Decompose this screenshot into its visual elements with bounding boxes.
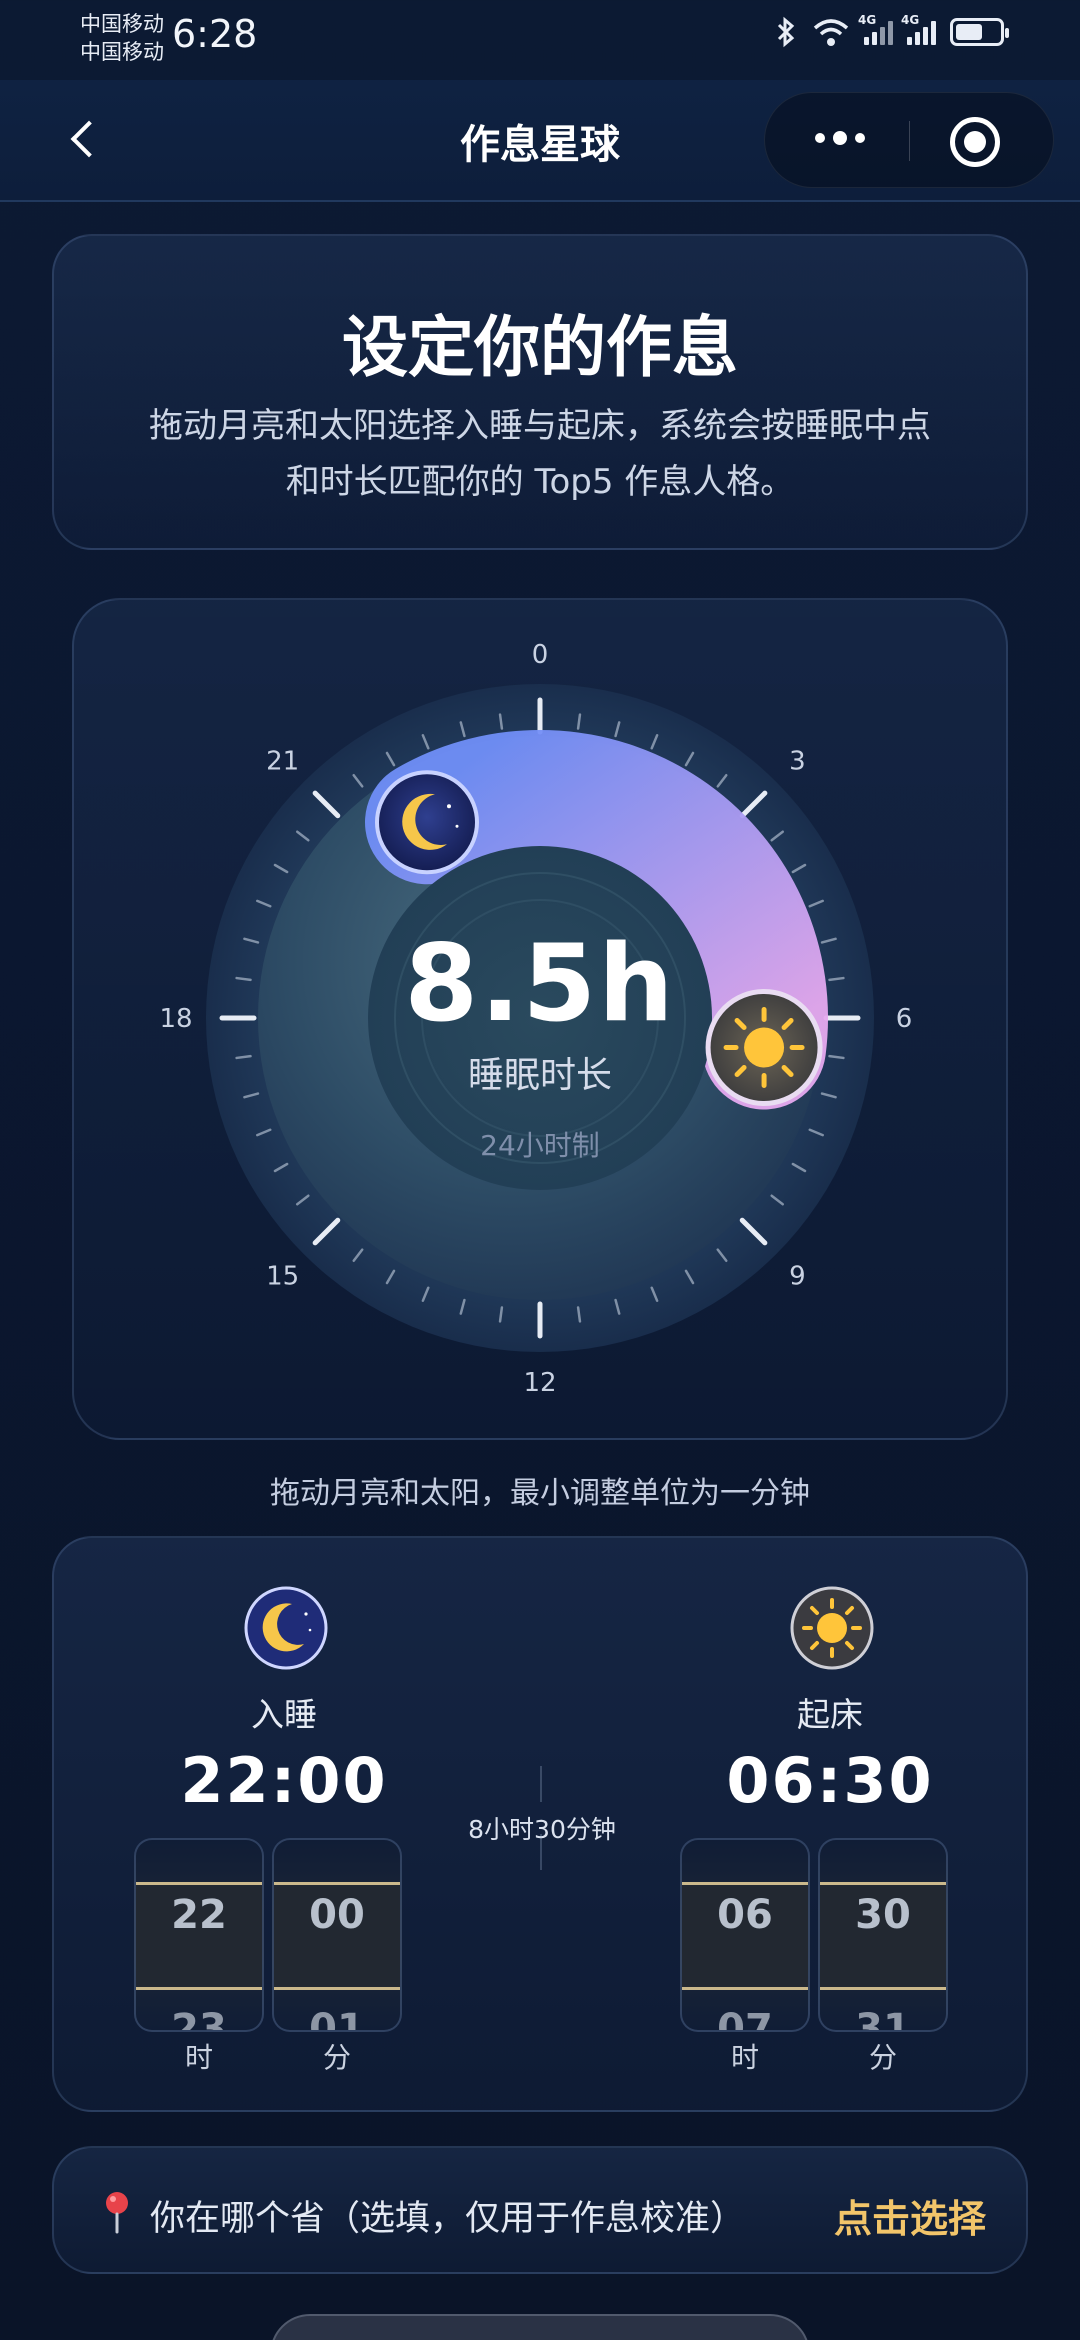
moon-icon	[244, 1586, 328, 1670]
wake-label: 起床	[797, 1695, 863, 1734]
province-selector[interactable]: 你在哪个省（选填，仅用于作息校准） 点击选择	[52, 2146, 1028, 2274]
sleep-duration-label: 睡眠时长	[467, 1055, 612, 1096]
sleep-minute-current: 00	[309, 1892, 365, 1938]
wake-minute-picker[interactable]: 30 31	[818, 1838, 948, 2032]
sleep-duration-value: 8.5h	[404, 922, 676, 1045]
sleep-dial[interactable]: 036912151821	[0, 0, 1080, 1440]
wake-minute-unit: 分	[868, 2041, 897, 2074]
divider-bottom	[540, 1834, 542, 1870]
hour-label-9: 9	[789, 1261, 806, 1291]
hour-label-0: 0	[532, 640, 549, 670]
hour-label-15: 15	[266, 1261, 299, 1291]
wake-time-display: 06:30	[726, 1744, 934, 1817]
province-prompt: 你在哪个省（选填，仅用于作息校准）	[150, 2199, 746, 2239]
wake-minute-current: 30	[855, 1892, 911, 1938]
wake-hour-picker[interactable]: 06 07	[680, 1838, 810, 2032]
sleep-hour-unit: 时	[184, 2041, 213, 2074]
sleep-minute-next: 01	[309, 2006, 365, 2032]
sleep-hour-picker[interactable]: 22 23	[134, 1838, 264, 2032]
location-pin-icon	[106, 2192, 128, 2234]
clock-mode-label: 24小时制	[480, 1129, 600, 1162]
wake-hour-unit: 时	[730, 2041, 759, 2074]
sleep-hour-current: 22	[171, 1892, 227, 1938]
moon-handle[interactable]	[375, 770, 479, 875]
divider-top	[540, 1766, 542, 1802]
time-settings-card: 入睡 22:00 22 23 00 01 时 分 8小时30分钟 起床 06:3…	[52, 1536, 1028, 2112]
hour-label-12: 12	[523, 1368, 556, 1398]
sleep-minute-unit: 分	[322, 2041, 351, 2074]
sun-icon	[790, 1586, 874, 1670]
select-province-button[interactable]: 点击选择	[834, 2188, 986, 2243]
wake-hour-current: 06	[717, 1892, 773, 1938]
hour-label-3: 3	[789, 747, 806, 777]
drag-hint: 拖动月亮和太阳，最小调整单位为一分钟	[270, 1476, 810, 1511]
sleep-time-display: 22:00	[180, 1744, 388, 1817]
wake-hour-next: 07	[717, 2006, 773, 2032]
sleep-hour-next: 23	[171, 2006, 227, 2032]
sleep-minute-picker[interactable]: 00 01	[272, 1838, 402, 2032]
sleep-label: 入睡	[251, 1695, 317, 1734]
wake-minute-next: 31	[855, 2006, 911, 2032]
confirm-button[interactable]	[270, 2314, 810, 2340]
hour-label-21: 21	[266, 747, 299, 777]
